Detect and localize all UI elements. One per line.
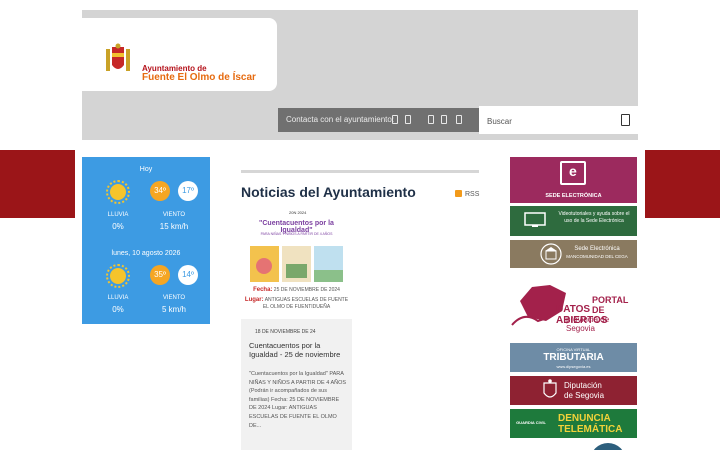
book-cover-3 <box>314 246 343 282</box>
search-input[interactable] <box>487 114 607 128</box>
search-box <box>479 106 638 134</box>
mancomunidad-banner[interactable]: Sede Electrónica MANCOMUNIDAD DEL CEGA <box>510 240 637 268</box>
dip-line-2: de Segovia <box>564 391 605 400</box>
rain-value: 0% <box>112 222 124 231</box>
sun-icon <box>106 180 130 204</box>
news-poster-image[interactable]: 20N 2024 "Cuentacuentos por la Igualdad"… <box>241 207 352 319</box>
poster-date-key: Fecha: <box>253 287 273 293</box>
poster-place: Lugar: ANTIGUAS ESCUELAS DE FUENTE EL OL… <box>243 297 350 311</box>
chat-widget-button[interactable] <box>590 443 626 450</box>
e-sede-icon <box>560 161 586 185</box>
weather-day-label: Hoy <box>139 166 153 173</box>
oficina-tributaria-banner[interactable]: OFICINA VIRTUAL TRIBUTARIA www.dipsegovi… <box>510 343 637 372</box>
twitter-icon[interactable] <box>405 115 411 124</box>
denuncia-telematica-banner[interactable]: GUARDIA CIVIL DENUNCIA TELEMÁTICA <box>510 409 637 438</box>
news-date: 18 DE NOVIEMBRE DE 24 <box>255 329 316 335</box>
temp-low: 17º <box>178 181 198 201</box>
rss-link[interactable]: RSS <box>455 190 479 198</box>
wind-label: VIENTO <box>162 212 186 218</box>
dip-line-1: Diputación <box>564 381 602 390</box>
poster-date-value: 25 DE NOVIEMBRE DE 2024 <box>273 287 340 293</box>
rain-value: 0% <box>112 305 124 314</box>
poster-subtitle: PARA NIÑAS Y NIÑOS A PARTIR DE 4 AÑOS <box>260 232 333 236</box>
temp-high: 35º <box>150 265 170 285</box>
trib-url: www.dipsegovia.es <box>556 364 591 369</box>
datos-line-3: provincia de Segovia <box>566 315 610 333</box>
coat-of-arms-icon <box>106 43 130 71</box>
videotutoriales-banner[interactable]: Videotutoriales y ayuda sobre el uso de … <box>510 206 637 236</box>
wind-value: 15 km/h <box>159 222 189 231</box>
book-cover-1 <box>250 246 279 282</box>
crest-icon <box>543 379 557 398</box>
news-title-link[interactable]: Cuentacuentos por la Igualdad - 25 de no… <box>249 341 347 359</box>
wind-label: VIENTO <box>162 295 186 301</box>
poster-date: Fecha: 25 DE NOVIEMBRE DE 2024 <box>243 287 350 293</box>
denuncia-line-2: TELEMÁTICA <box>558 424 623 435</box>
datos-abiertos-banner[interactable]: PORTAL DE DATOS ABIERTOS provincia de Se… <box>510 279 637 333</box>
trib-big-label: TRIBUTARIA <box>543 352 604 363</box>
instagram-icon[interactable] <box>428 115 434 124</box>
rss-icon <box>455 190 462 197</box>
monitor-icon <box>524 212 546 227</box>
poster-place-key: Lugar: <box>244 297 264 303</box>
denuncia-line-1: DENUNCIA <box>558 413 611 424</box>
rain-label: LLUVIA <box>107 212 129 218</box>
rss-label: RSS <box>465 191 480 198</box>
weather-widget: Hoy 34º 17º LLUVIA VIENTO 0% 15 km/h lun… <box>82 157 210 324</box>
book-cover-2 <box>282 246 311 282</box>
site-logo[interactable]: Ayuntamiento de Fuente El Olmo de Íscar <box>82 18 277 91</box>
news-section-title: Noticias del Ayuntamiento <box>241 184 416 200</box>
search-icon[interactable] <box>621 114 630 126</box>
email-icon[interactable] <box>456 115 462 124</box>
decorative-band-right <box>645 150 720 218</box>
temp-high: 34º <box>150 181 170 201</box>
facebook-icon[interactable] <box>392 115 398 124</box>
news-excerpt: "Cuentacuentos por la Igualdad" PARA NIÑ… <box>249 371 347 429</box>
sun-icon <box>106 264 130 288</box>
sede-label: SEDE ELECTRÓNICA <box>545 193 602 199</box>
building-icon <box>540 243 562 265</box>
section-divider <box>241 170 479 173</box>
wind-value: 5 km/h <box>161 305 186 314</box>
mancom-line-1: Sede Electrónica <box>574 246 620 252</box>
video-label: Videotutoriales y ayuda sobre el uso de … <box>558 211 630 224</box>
contact-label: Contacta con el ayuntamiento: <box>286 115 395 124</box>
contact-bar: Contacta con el ayuntamiento: <box>278 108 479 132</box>
decorative-band-left <box>0 150 75 218</box>
sede-electronica-banner[interactable]: SEDE ELECTRÓNICA <box>510 157 637 203</box>
youtube-icon[interactable] <box>441 115 447 124</box>
poster-year: 20N 2024 <box>289 210 307 215</box>
logo-line-2: Fuente El Olmo de Íscar <box>142 72 256 83</box>
diputacion-segovia-banner[interactable]: Diputación de Segovia <box>510 376 637 405</box>
rain-label: LLUVIA <box>107 295 129 301</box>
weather-day-label: lunes, 10 agosto 2026 <box>111 250 181 257</box>
temp-low: 14º <box>178 265 198 285</box>
news-card[interactable]: 18 DE NOVIEMBRE DE 24 Cuentacuentos por … <box>241 319 352 450</box>
poster-place-value: ANTIGUAS ESCUELAS DE FUENTE EL OLMO DE F… <box>262 297 349 310</box>
mancom-line-2: MANCOMUNIDAD DEL CEGA <box>566 254 628 259</box>
guardia-civil-label: GUARDIA CIVIL <box>516 420 546 425</box>
